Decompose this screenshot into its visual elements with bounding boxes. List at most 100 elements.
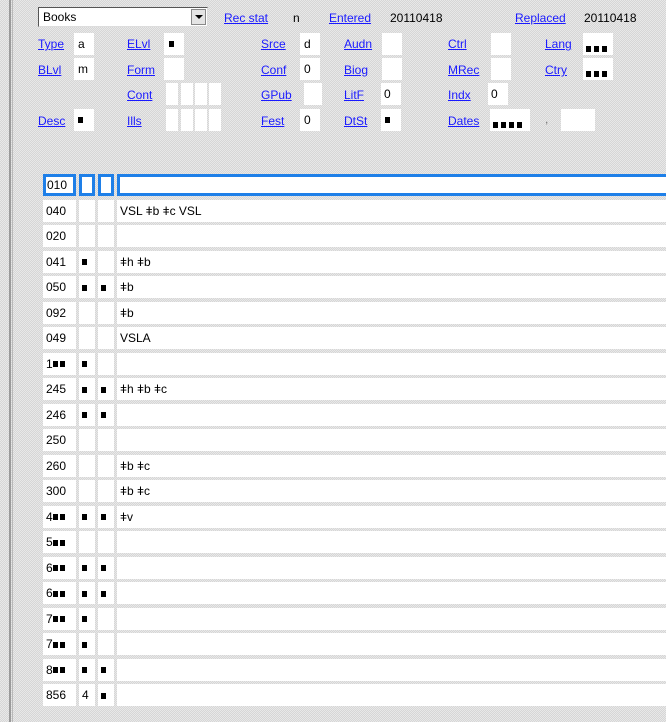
field-tag[interactable]: 7: [43, 633, 76, 655]
field-data[interactable]: ǂh ǂb ǂc: [117, 378, 666, 400]
ctry-link[interactable]: Ctry: [545, 63, 567, 77]
field-indicator-2[interactable]: [98, 429, 114, 451]
field-indicator-2[interactable]: [98, 352, 114, 375]
field-tag[interactable]: 856: [43, 684, 76, 706]
ills-field-2[interactable]: [181, 109, 193, 131]
field-data[interactable]: VSLA: [117, 327, 666, 349]
indx-field[interactable]: 0: [488, 83, 508, 105]
lang-link[interactable]: Lang: [545, 37, 572, 51]
field-indicator-2[interactable]: [98, 403, 114, 426]
field-indicator-2[interactable]: [98, 276, 114, 298]
field-tag[interactable]: 1: [43, 352, 76, 375]
field-indicator-1[interactable]: [79, 327, 95, 349]
field-indicator-2[interactable]: [98, 658, 114, 681]
field-data[interactable]: ǂb: [117, 301, 666, 324]
field-data[interactable]: [117, 684, 666, 706]
field-tag[interactable]: 246: [43, 403, 76, 426]
field-data[interactable]: [117, 531, 666, 553]
field-indicator-2[interactable]: [98, 633, 114, 655]
type-link[interactable]: Type: [38, 37, 64, 51]
cont-field-3[interactable]: [195, 83, 207, 105]
dates-field-2[interactable]: [561, 109, 595, 131]
gpub-field[interactable]: [304, 83, 322, 105]
field-tag[interactable]: 049: [43, 327, 76, 349]
field-indicator-1[interactable]: [79, 531, 95, 553]
dates-field-1[interactable]: [490, 109, 530, 131]
gpub-link[interactable]: GPub: [261, 88, 292, 102]
conf-field[interactable]: 0: [300, 58, 320, 80]
indx-link[interactable]: Indx: [448, 88, 471, 102]
audn-field[interactable]: [382, 33, 402, 55]
field-indicator-2[interactable]: [98, 531, 114, 553]
conf-link[interactable]: Conf: [261, 63, 286, 77]
field-indicator-1[interactable]: [79, 378, 95, 400]
field-tag[interactable]: 010: [43, 174, 76, 196]
mrec-field[interactable]: [491, 58, 511, 80]
blvl-link[interactable]: BLvl: [38, 63, 61, 77]
field-indicator-1[interactable]: [79, 250, 95, 273]
mrec-link[interactable]: MRec: [448, 63, 479, 77]
rec-stat-link[interactable]: Rec stat: [224, 11, 268, 25]
ills-field-3[interactable]: [195, 109, 207, 131]
entered-link[interactable]: Entered: [329, 11, 371, 25]
srce-link[interactable]: Srce: [261, 37, 286, 51]
fest-field[interactable]: 0: [300, 109, 320, 131]
ills-field-4[interactable]: [209, 109, 221, 131]
field-data[interactable]: [117, 658, 666, 681]
field-indicator-1[interactable]: [79, 429, 95, 451]
desc-field[interactable]: [74, 109, 94, 131]
field-tag[interactable]: 245: [43, 378, 76, 400]
biog-link[interactable]: Biog: [344, 63, 368, 77]
elvl-field[interactable]: [164, 33, 184, 55]
field-tag[interactable]: 300: [43, 480, 76, 502]
blvl-field[interactable]: m: [74, 58, 94, 80]
field-indicator-2[interactable]: [98, 250, 114, 273]
field-indicator-1[interactable]: [79, 633, 95, 655]
field-indicator-2[interactable]: [98, 684, 114, 706]
field-indicator-2[interactable]: [98, 199, 114, 222]
field-indicator-2[interactable]: [98, 556, 114, 579]
field-indicator-1[interactable]: [79, 352, 95, 375]
field-indicator-1[interactable]: [79, 582, 95, 604]
form-link[interactable]: Form: [127, 63, 155, 77]
field-indicator-1[interactable]: [79, 454, 95, 477]
field-indicator-2[interactable]: [98, 480, 114, 502]
field-data[interactable]: [117, 633, 666, 655]
dates-link[interactable]: Dates: [448, 114, 479, 128]
field-tag[interactable]: 6: [43, 582, 76, 604]
format-select[interactable]: Books: [38, 7, 208, 27]
field-data[interactable]: [117, 582, 666, 604]
field-indicator-1[interactable]: [79, 607, 95, 630]
type-field[interactable]: a: [74, 33, 94, 55]
field-data[interactable]: [117, 403, 666, 426]
field-indicator-1[interactable]: [79, 225, 95, 247]
field-tag[interactable]: 250: [43, 429, 76, 451]
field-indicator-1[interactable]: [79, 505, 95, 528]
field-tag[interactable]: 040: [43, 199, 76, 222]
field-data[interactable]: [117, 352, 666, 375]
field-indicator-1[interactable]: 4: [79, 684, 95, 706]
field-tag[interactable]: 260: [43, 454, 76, 477]
ctry-field[interactable]: [583, 58, 613, 80]
cont-field-1[interactable]: [166, 83, 178, 105]
ills-field-1[interactable]: [166, 109, 178, 131]
field-indicator-2[interactable]: [98, 378, 114, 400]
field-tag[interactable]: 092: [43, 301, 76, 324]
field-indicator-1[interactable]: [79, 403, 95, 426]
field-tag[interactable]: 5: [43, 531, 76, 553]
replaced-link[interactable]: Replaced: [515, 11, 566, 25]
field-indicator-1[interactable]: [79, 480, 95, 502]
cont-field-4[interactable]: [209, 83, 221, 105]
field-indicator-1[interactable]: [79, 199, 95, 222]
field-data[interactable]: [117, 556, 666, 579]
lang-field[interactable]: [583, 33, 613, 55]
field-tag[interactable]: 7: [43, 607, 76, 630]
field-indicator-2[interactable]: [98, 454, 114, 477]
dtst-link[interactable]: DtSt: [344, 114, 367, 128]
field-indicator-1[interactable]: [79, 301, 95, 324]
field-data[interactable]: VSL ǂb ǂc VSL: [117, 199, 666, 222]
litf-field[interactable]: 0: [381, 83, 401, 105]
field-data[interactable]: [117, 174, 666, 196]
field-tag[interactable]: 6: [43, 556, 76, 579]
field-indicator-2[interactable]: [98, 582, 114, 604]
